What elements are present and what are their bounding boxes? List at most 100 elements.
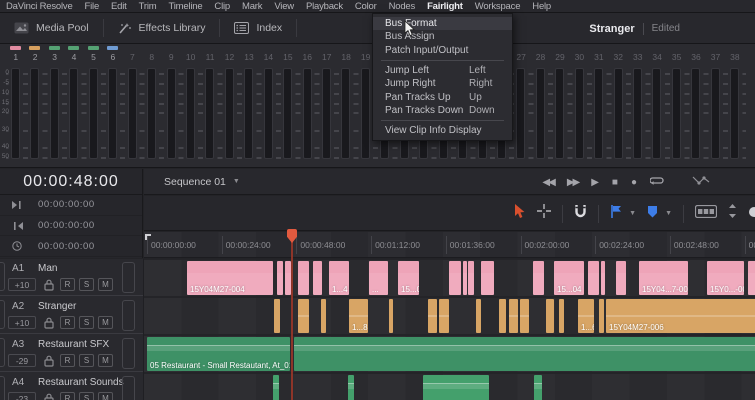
lock-icon[interactable]: [44, 354, 54, 372]
marker-tool[interactable]: [647, 205, 658, 223]
menubar-item-edit[interactable]: Edit: [105, 1, 133, 12]
automation-button[interactable]: [692, 173, 710, 191]
track-record-arm-button[interactable]: R: [60, 354, 75, 367]
audio-clip[interactable]: 15Y04M27-004: [187, 261, 273, 295]
audio-clip[interactable]: [274, 299, 280, 333]
audio-clip[interactable]: [428, 299, 437, 333]
toolbar-button-index[interactable]: Index: [220, 13, 296, 43]
menubar-item-nodes[interactable]: Nodes: [383, 1, 421, 12]
lock-icon[interactable]: [44, 316, 54, 334]
audio-clip[interactable]: [533, 261, 544, 295]
marker-dropdown-chevron-icon[interactable]: ▼: [665, 210, 672, 217]
audio-clip[interactable]: [520, 299, 529, 333]
track-gain-value[interactable]: -29: [8, 354, 36, 367]
menubar-item-fairlight[interactable]: Fairlight: [421, 1, 469, 12]
menubar-item-timeline[interactable]: Timeline: [162, 1, 208, 12]
audio-clip[interactable]: [273, 375, 279, 400]
stop-button[interactable]: ■: [612, 177, 618, 188]
menubar-item-clip[interactable]: Clip: [208, 1, 236, 12]
track-solo-button[interactable]: S: [79, 316, 94, 329]
fast-forward-button[interactable]: ▶▶: [567, 177, 580, 188]
audio-clip[interactable]: 15Y04M27-006: [606, 299, 755, 333]
audio-clip[interactable]: [439, 299, 449, 333]
audio-clip[interactable]: [588, 261, 599, 295]
audio-clip[interactable]: [277, 261, 283, 295]
audio-clip[interactable]: [298, 299, 309, 333]
audio-clip[interactable]: [476, 299, 481, 333]
audio-clip[interactable]: [389, 299, 393, 333]
menubar-item-trim[interactable]: Trim: [133, 1, 163, 12]
audio-clip[interactable]: 15...04: [554, 261, 584, 295]
menu-item-jump-right[interactable]: Jump Right Right: [373, 77, 512, 90]
audio-clip[interactable]: 1...4: [329, 261, 349, 295]
menubar-item-mark[interactable]: Mark: [236, 1, 268, 12]
audio-clip[interactable]: [559, 299, 564, 333]
toolbar-button-effects-library[interactable]: Effects Library: [104, 13, 220, 43]
track-solo-button[interactable]: S: [79, 392, 94, 400]
lock-icon[interactable]: [44, 392, 54, 400]
record-button[interactable]: ●: [631, 177, 637, 188]
track-gain-value[interactable]: +10: [8, 278, 36, 291]
lock-icon[interactable]: [44, 278, 54, 296]
menu-item-pan-tracks-up[interactable]: Pan Tracks Up Up: [373, 90, 512, 103]
menu-item-bus-assign[interactable]: Bus Assign: [373, 30, 512, 43]
loop-button[interactable]: [649, 173, 665, 191]
filmstrip-tool[interactable]: [694, 204, 718, 223]
track-mute-button[interactable]: M: [98, 316, 113, 329]
audio-clip[interactable]: [313, 261, 322, 295]
menubar-item-help[interactable]: Help: [526, 1, 557, 12]
audio-clip[interactable]: [423, 375, 489, 400]
track-solo-button[interactable]: S: [79, 278, 94, 291]
track-record-arm-button[interactable]: R: [60, 392, 75, 400]
track-height-tool[interactable]: [728, 204, 737, 223]
menu-item-bus-format[interactable]: Bus Format: [373, 17, 512, 31]
audio-clip[interactable]: [599, 299, 604, 333]
audio-clip[interactable]: 15Y04...7-005: [639, 261, 688, 295]
range-select-tool[interactable]: [537, 204, 552, 223]
track-solo-button[interactable]: S: [79, 354, 94, 367]
audio-clip[interactable]: [468, 261, 474, 295]
menu-item-view-clip-info-display[interactable]: View Clip Info Display: [373, 124, 512, 137]
audio-clip[interactable]: [748, 261, 755, 295]
audio-clip[interactable]: [348, 375, 354, 400]
audio-clip[interactable]: [321, 299, 326, 333]
menu-item-patch-input-output[interactable]: Patch Input/Output: [373, 44, 512, 57]
toolbar-button-media-pool[interactable]: Media Pool: [0, 13, 103, 43]
play-button[interactable]: ▶: [591, 177, 599, 188]
audio-clip[interactable]: [534, 375, 542, 400]
menubar-item-color[interactable]: Color: [349, 1, 383, 12]
audio-clip[interactable]: [616, 261, 626, 295]
rewind-button[interactable]: ◀◀: [542, 177, 555, 188]
audio-clip[interactable]: 1...6: [578, 299, 594, 333]
audio-clip[interactable]: 05 Restaurant - Small Restautant, At_01: [147, 337, 290, 371]
zoom-knob-tool[interactable]: [748, 205, 755, 223]
track-mute-button[interactable]: M: [98, 392, 113, 400]
flag-dropdown-chevron-icon[interactable]: ▼: [629, 210, 636, 217]
audio-clip[interactable]: [294, 337, 755, 371]
timeline-ruler[interactable]: 00:00:00:00 00:00:24:00 00:00:48:00 00:01:1…: [144, 232, 755, 258]
audio-clip[interactable]: [463, 261, 467, 295]
track-record-arm-button[interactable]: R: [60, 316, 75, 329]
snapping-magnet-tool[interactable]: [574, 204, 587, 223]
audio-clip[interactable]: [499, 299, 506, 333]
audio-clip[interactable]: 15...04: [398, 261, 419, 295]
track-gain-value[interactable]: +10: [8, 316, 36, 329]
audio-clip[interactable]: [298, 261, 309, 295]
flag-tool[interactable]: [610, 204, 622, 223]
track-gain-value[interactable]: -23: [8, 392, 36, 400]
track-mute-button[interactable]: M: [98, 354, 113, 367]
menubar-item-playback[interactable]: Playback: [300, 1, 349, 12]
menubar-item-view[interactable]: View: [268, 1, 300, 12]
audio-clip[interactable]: [449, 261, 461, 295]
audio-clip[interactable]: [509, 299, 518, 333]
track-mute-button[interactable]: M: [98, 278, 113, 291]
audio-clip[interactable]: 1...8: [349, 299, 368, 333]
selection-arrow-tool[interactable]: [513, 203, 526, 224]
audio-clip[interactable]: [546, 299, 554, 333]
menu-item-jump-left[interactable]: Jump Left Left: [373, 64, 512, 77]
menubar-item-davinci-resolve[interactable]: DaVinci Resolve: [0, 1, 79, 12]
audio-clip[interactable]: [481, 261, 494, 295]
menu-item-pan-tracks-down[interactable]: Pan Tracks Down Down: [373, 104, 512, 117]
audio-clip[interactable]: [601, 261, 605, 295]
menubar-item-workspace[interactable]: Workspace: [469, 1, 527, 12]
